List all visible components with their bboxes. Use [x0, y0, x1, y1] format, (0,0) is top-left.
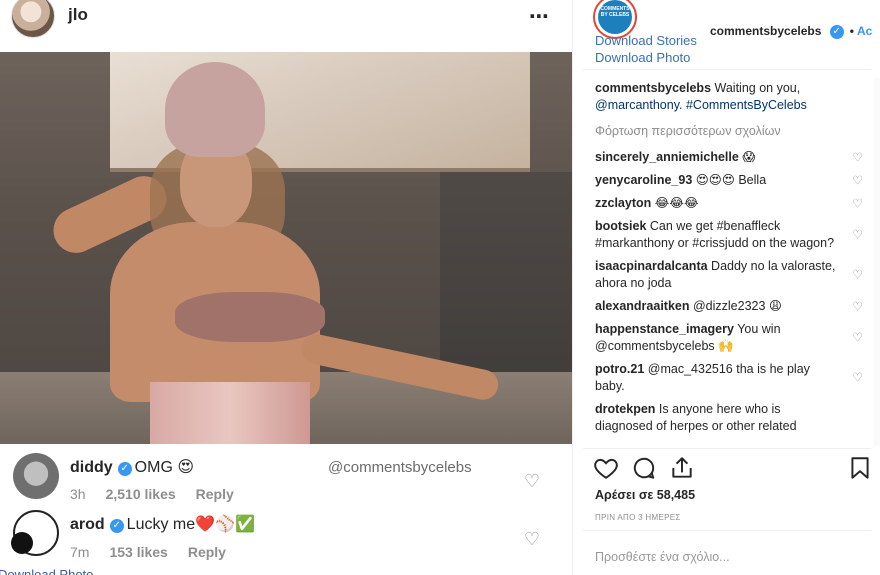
comment-meta: 3h 2,510 likes Reply	[70, 486, 254, 502]
more-options-icon[interactable]: ⋯	[529, 4, 550, 29]
comment-text: Lucky me❤️⚾✅	[126, 516, 255, 533]
list-item: bootsiek Can we get #benaffleck #markant…	[595, 218, 871, 252]
commenter-username[interactable]: potro.21	[595, 362, 644, 376]
like-comment-heart-icon[interactable]: ♡	[852, 370, 863, 387]
comment-line: arod ✓ Lucky me❤️⚾✅	[70, 514, 255, 534]
share-icon[interactable]	[669, 455, 695, 481]
load-more-comments[interactable]: Φόρτωση περισσότερων σχολίων	[595, 123, 871, 140]
watermark: @commentsbycelebs	[328, 459, 472, 476]
photo-figure-top	[175, 292, 325, 342]
comment-likes[interactable]: 2,510 likes	[106, 486, 176, 502]
reply-button[interactable]: Reply	[196, 486, 234, 502]
like-comment-heart-icon[interactable]: ♡	[522, 529, 542, 549]
download-photo-link[interactable]: Download Photo	[595, 50, 690, 65]
list-item: isaacpinardalcanta Daddy no la valoraste…	[595, 258, 871, 292]
like-heart-icon[interactable]	[593, 455, 619, 481]
separator-dot: •	[849, 24, 854, 38]
list-item: drotekpen Is anyone here who is diagnose…	[595, 401, 871, 435]
commenter-username[interactable]: isaacpinardalcanta	[595, 259, 708, 273]
comment-bubble-icon[interactable]	[631, 455, 657, 481]
commenter-username[interactable]: sincerely_anniemichelle	[595, 150, 739, 164]
comment-line: diddy ✓ OMG 😍	[70, 457, 194, 477]
caption-period: .	[679, 98, 686, 112]
verified-badge-icon: ✓	[117, 462, 132, 476]
comment-text: @dizzle2323 😩	[692, 299, 782, 313]
account-avatar-text: COMMENTS BY CELEBS	[600, 6, 630, 18]
like-comment-heart-icon[interactable]: ♡	[852, 330, 863, 347]
commenter-username[interactable]: drotekpen	[595, 402, 655, 416]
save-bookmark-icon[interactable]	[847, 455, 873, 481]
divider	[583, 69, 871, 70]
post-photo[interactable]	[0, 52, 572, 444]
action-bar	[593, 455, 873, 483]
divider	[583, 448, 871, 449]
caption-mention[interactable]: @marcanthony	[595, 98, 679, 112]
commenter-avatar[interactable]	[13, 453, 59, 499]
list-item: alexandraaitken @dizzle2323 😩 ♡	[595, 298, 871, 315]
verified-badge-icon: ✓	[829, 25, 844, 39]
commenter-username[interactable]: yenycaroline_93	[595, 173, 692, 187]
list-item: happenstance_imagery You win @commentsby…	[595, 321, 871, 355]
caption: commentsbycelebs Waiting on you, @marcan…	[595, 80, 871, 114]
commenter-username[interactable]: alexandraaitken	[595, 299, 690, 313]
post-panel: jlo ⋯ diddy ✓ OMG 😍 3h 2,510 likes Reply ♡ @…	[0, 0, 572, 575]
comment-time: 3h	[70, 486, 86, 502]
like-comment-heart-icon[interactable]: ♡	[852, 227, 863, 244]
like-comment-heart-icon[interactable]: ♡	[522, 471, 542, 491]
photo-figure-pants	[150, 382, 310, 444]
commenter-username[interactable]: arod	[70, 516, 105, 533]
reply-button[interactable]: Reply	[188, 544, 226, 560]
caption-text: Waiting on you,	[714, 81, 801, 95]
commenter-username[interactable]: bootsiek	[595, 219, 646, 233]
comment-row: diddy ✓ OMG 😍 3h 2,510 likes Reply	[0, 446, 572, 504]
commenter-avatar[interactable]	[11, 510, 59, 556]
like-comment-heart-icon[interactable]: ♡	[852, 195, 863, 212]
comment-text: OMG 😍	[134, 459, 195, 476]
list-item: potro.21 @mac_432516 tha is he play baby…	[595, 361, 871, 395]
download-stories-link[interactable]: Download Stories	[595, 33, 697, 48]
comment-text: 😂😂😂	[654, 196, 699, 210]
divider	[583, 530, 871, 531]
comment-row: arod ✓ Lucky me❤️⚾✅ 7m 153 likes Reply	[0, 504, 572, 562]
comments-scrollbar[interactable]	[874, 78, 880, 446]
account-header: commentsbycelebs ✓ • Ac	[710, 24, 872, 39]
caption-username[interactable]: commentsbycelebs	[595, 81, 711, 95]
comments-list[interactable]: commentsbycelebs Waiting on you, @marcan…	[595, 78, 871, 446]
post-likes-count[interactable]: Αρέσει σε 58,485	[595, 488, 695, 502]
comment-text: 😱	[742, 150, 756, 164]
comment-time: 7m	[70, 544, 90, 560]
caption-hashtag[interactable]: #CommentsByCelebs	[686, 98, 807, 112]
post-timestamp: ΠΡΙΝ ΑΠΟ 3 ΗΜΕΡΕΣ	[595, 513, 681, 522]
comment-text: 😍😍😍 Bella	[695, 173, 767, 187]
photo-figure-hat	[165, 62, 265, 157]
like-comment-heart-icon[interactable]: ♡	[852, 149, 863, 166]
add-comment-input[interactable]	[595, 550, 865, 564]
post-header: jlo ⋯	[0, 0, 572, 52]
commenter-username[interactable]: diddy	[70, 459, 113, 476]
like-comment-heart-icon[interactable]: ♡	[852, 267, 863, 284]
commenter-username[interactable]: zzclayton	[595, 196, 651, 210]
verified-badge-icon: ✓	[109, 519, 124, 533]
list-item: zzclayton 😂😂😂 ♡	[595, 195, 871, 212]
list-item: yenycaroline_93 😍😍😍 Bella ♡	[595, 172, 871, 189]
like-comment-heart-icon[interactable]: ♡	[852, 172, 863, 189]
comment-meta: 7m 153 likes Reply	[70, 544, 246, 560]
author-avatar[interactable]	[11, 0, 55, 38]
download-photo-link[interactable]: Download Photo	[0, 567, 93, 575]
author-username[interactable]: jlo	[68, 5, 88, 25]
comments-panel: COMMENTS BY CELEBS commentsbycelebs ✓ • Ac…	[572, 0, 880, 575]
account-username[interactable]: commentsbycelebs	[710, 24, 821, 38]
like-comment-heart-icon[interactable]: ♡	[852, 298, 863, 315]
follow-button[interactable]: Ac	[857, 24, 872, 38]
list-item: sincerely_anniemichelle 😱 ♡	[595, 149, 871, 166]
commenter-username[interactable]: happenstance_imagery	[595, 322, 734, 336]
comment-likes[interactable]: 153 likes	[109, 544, 167, 560]
